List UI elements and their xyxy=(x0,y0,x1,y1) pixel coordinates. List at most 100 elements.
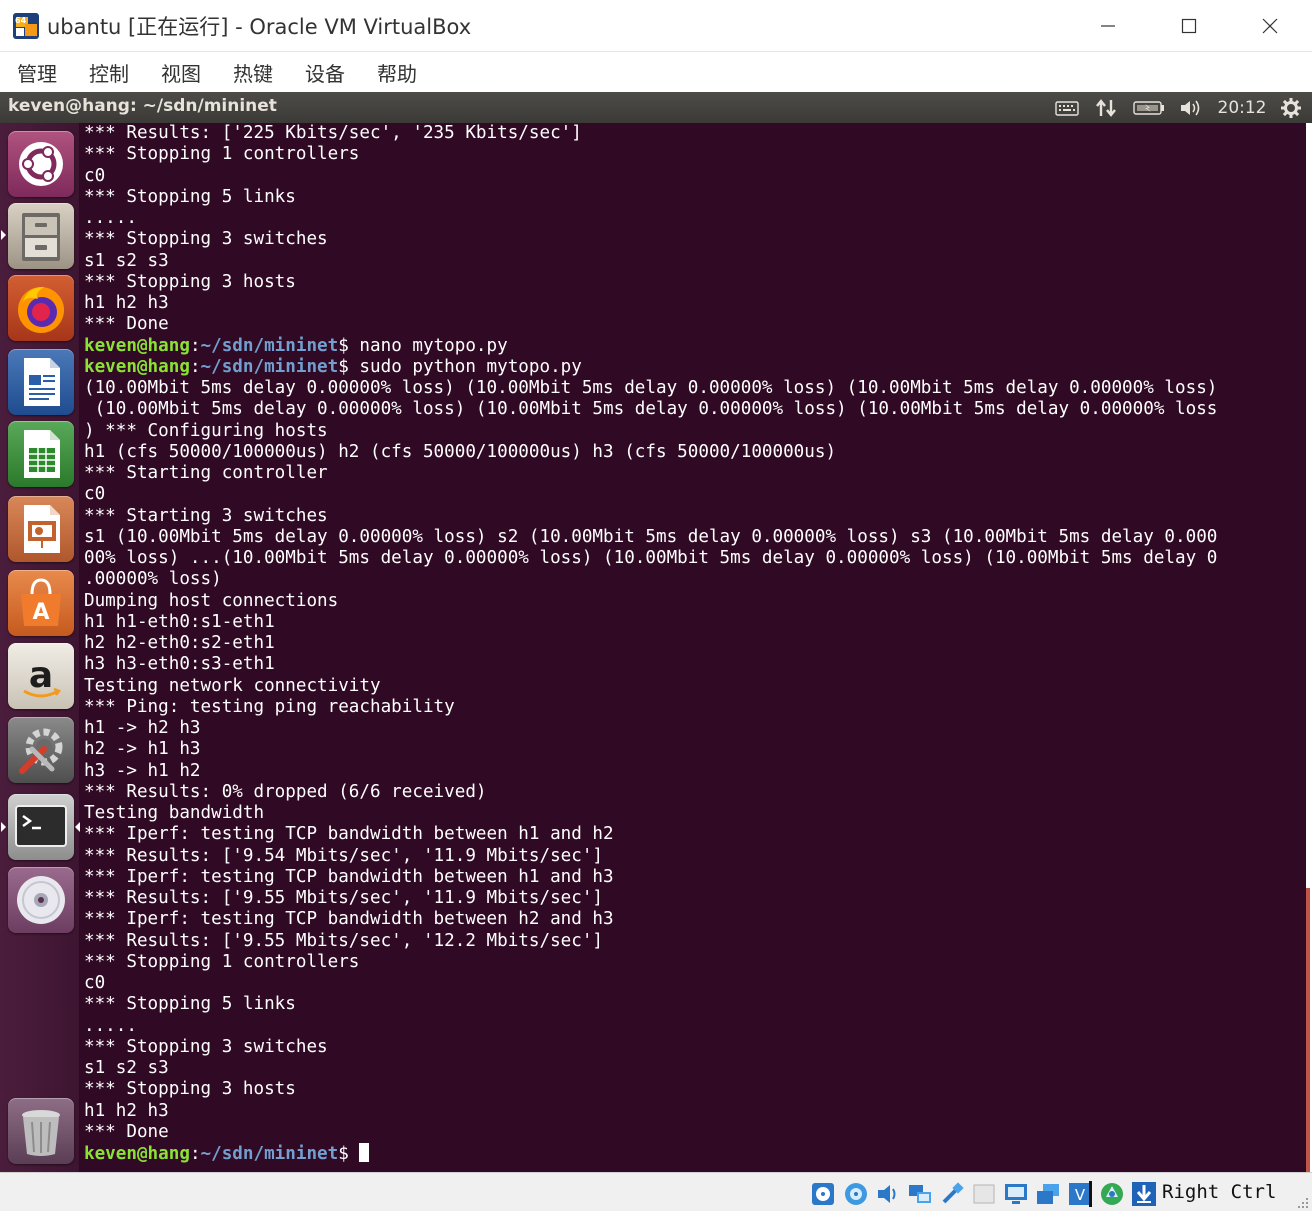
launcher-item-system-settings[interactable] xyxy=(8,717,74,783)
launcher-item-amazon[interactable]: a xyxy=(8,643,74,709)
maximize-button[interactable] xyxy=(1169,10,1209,42)
clock[interactable]: 20:12 xyxy=(1216,97,1268,119)
terminal-line: *** Stopping 5 links xyxy=(84,186,296,207)
minimize-button[interactable] xyxy=(1088,10,1128,42)
svg-text:64: 64 xyxy=(15,16,27,25)
terminal-line: h1 h2 h3 xyxy=(84,293,169,313)
window-title: ubantu [正在运行] - Oracle VM VirtualBox xyxy=(47,15,472,39)
keyboard-icon[interactable] xyxy=(1054,97,1080,119)
download-arrow-icon[interactable] xyxy=(1131,1181,1157,1207)
disc-icon xyxy=(17,876,65,924)
terminal-line: s1 (10.00Mbit 5ms delay 0.00000% loss) s… xyxy=(84,526,1218,547)
terminal-line: *** Starting 3 switches xyxy=(84,505,328,526)
menu-item-help[interactable]: 帮助 xyxy=(377,58,417,87)
terminal-line: c0 xyxy=(84,973,106,993)
battery-icon[interactable] xyxy=(1132,97,1166,119)
video-capture-icon[interactable] xyxy=(1035,1181,1061,1207)
trash-icon xyxy=(22,1110,60,1156)
writer-icon xyxy=(24,358,60,406)
terminal-line: 00% loss) ...(10.00Mbit 5ms delay 0.0000… xyxy=(84,548,1218,568)
terminal-line: *** Ping: testing ping reachability xyxy=(84,696,455,717)
terminal-prompt-line: keven@hang:~/sdn/mininet$ sudo python my… xyxy=(84,357,1217,378)
launcher-item-files[interactable] xyxy=(8,203,74,269)
terminal-line: h2 -> h1 h3 xyxy=(84,739,201,760)
running-indicator xyxy=(1,822,6,832)
active-window-title: keven@hang: ~/sdn/mininet xyxy=(8,96,277,116)
mouse-integration-icon[interactable] xyxy=(1099,1181,1125,1207)
terminal-line: (10.00Mbit 5ms delay 0.00000% loss) (10.… xyxy=(84,399,1218,420)
virtualbox-status-bar: V Right Ctrl xyxy=(0,1172,1312,1211)
terminal-line: s1 s2 s3 xyxy=(84,250,169,271)
unity-launcher: A a xyxy=(0,123,80,1172)
prompt-command: $ sudo python mytopo.py xyxy=(338,356,582,377)
terminal-line: *** Iperf: testing TCP bandwidth between… xyxy=(84,866,614,887)
ubuntu-top-panel: keven@hang: ~/sdn/mininet 20:12 xyxy=(0,92,1312,123)
launcher-item-firefox[interactable] xyxy=(8,275,74,341)
resize-grip-icon[interactable] xyxy=(1296,1196,1310,1210)
menu-item-hotkeys[interactable]: 热键 xyxy=(233,58,273,87)
minimize-icon xyxy=(1101,25,1115,27)
terminal-line: h3 h3-eth0:s3-eth1 xyxy=(84,654,275,675)
terminal-cursor xyxy=(359,1143,370,1162)
menu-item-manage[interactable]: 管理 xyxy=(17,58,57,87)
usb-icon[interactable] xyxy=(939,1181,965,1207)
virtualization-icon[interactable]: V xyxy=(1067,1181,1093,1207)
launcher-item-trash[interactable] xyxy=(8,1098,74,1164)
terminal-line: h1 h2 h3 xyxy=(84,1100,169,1121)
terminal-line: *** Stopping 1 controllers xyxy=(84,144,360,165)
svg-text:a: a xyxy=(29,655,53,696)
close-button[interactable] xyxy=(1250,10,1290,42)
terminal-line: *** Iperf: testing TCP bandwidth between… xyxy=(84,824,614,845)
display-icon[interactable] xyxy=(1003,1181,1029,1207)
network-icon[interactable] xyxy=(1094,97,1118,119)
terminal-line: Testing bandwidth xyxy=(84,803,265,823)
firefox-icon xyxy=(18,287,64,333)
network-adapter-icon[interactable] xyxy=(907,1181,933,1207)
terminal-line: h3 -> h1 h2 xyxy=(84,760,201,781)
launcher-item-terminal[interactable] xyxy=(8,794,74,860)
prompt-separator: : xyxy=(189,335,201,356)
terminal-line: ) *** Configuring hosts xyxy=(84,420,328,441)
host-key-label: Right Ctrl xyxy=(1162,1181,1277,1203)
maximize-icon xyxy=(1181,18,1197,34)
terminal-prompt-line: keven@hang:~/sdn/mininet$ nano mytopo.py xyxy=(84,336,1217,357)
system-gear-icon[interactable] xyxy=(1278,97,1304,119)
terminal-scroll-thumb[interactable] xyxy=(1306,888,1310,1172)
terminal-prompt-line: keven@hang:~/sdn/mininet$ xyxy=(84,1143,1217,1165)
calc-icon xyxy=(24,430,60,478)
launcher-item-dvd[interactable] xyxy=(8,867,74,933)
prompt-separator: : xyxy=(189,356,201,377)
prompt-command: $ nano mytopo.py xyxy=(338,335,508,356)
launcher-item-dash[interactable] xyxy=(8,131,74,197)
terminal-line: *** Stopping 5 links xyxy=(84,994,296,1015)
virtualbox-app-icon: 64 xyxy=(13,13,39,39)
terminal-line: *** Results: ['9.55 Mbits/sec', '11.9 Mb… xyxy=(84,888,604,908)
terminal-window[interactable]: *** Results: ['225 Kbits/sec', '235 Kbit… xyxy=(80,123,1306,1172)
terminal-line: *** Done xyxy=(84,1121,169,1142)
close-icon xyxy=(1262,18,1278,34)
hard-disk-icon[interactable] xyxy=(810,1181,836,1207)
terminal-line: .00000% loss) xyxy=(84,569,222,590)
prompt-user-host: keven@hang xyxy=(84,1144,190,1164)
audio-icon[interactable] xyxy=(875,1181,901,1207)
volume-icon[interactable] xyxy=(1178,97,1204,119)
terminal-line: *** Results: ['9.55 Mbits/sec', '12.2 Mb… xyxy=(84,930,604,951)
terminal-line: (10.00Mbit 5ms delay 0.00000% loss) (10.… xyxy=(84,378,1218,398)
terminal-line: h1 h1-eth0:s1-eth1 xyxy=(84,611,275,632)
launcher-item-impress[interactable] xyxy=(8,496,74,562)
terminal-line: Dumping host connections xyxy=(84,590,339,611)
terminal-line: h1 (cfs 50000/100000us) h2 (cfs 50000/10… xyxy=(84,441,837,462)
launcher-item-software-center[interactable]: A xyxy=(8,570,74,636)
launcher-item-writer[interactable] xyxy=(8,349,74,415)
menu-item-view[interactable]: 视图 xyxy=(161,58,201,87)
ubuntu-logo-icon xyxy=(19,142,63,186)
menu-item-devices[interactable]: 设备 xyxy=(305,58,345,87)
menu-item-control[interactable]: 控制 xyxy=(89,58,129,87)
terminal-line: c0 xyxy=(84,484,106,505)
terminal-line: *** Iperf: testing TCP bandwidth between… xyxy=(84,909,614,930)
launcher-item-calc[interactable] xyxy=(8,421,74,487)
terminal-line: Testing network connectivity xyxy=(84,675,381,696)
optical-drive-icon[interactable] xyxy=(843,1181,869,1207)
shared-folder-icon[interactable] xyxy=(971,1181,997,1207)
terminal-line: *** Results: ['9.54 Mbits/sec', '11.9 Mb… xyxy=(84,845,604,866)
